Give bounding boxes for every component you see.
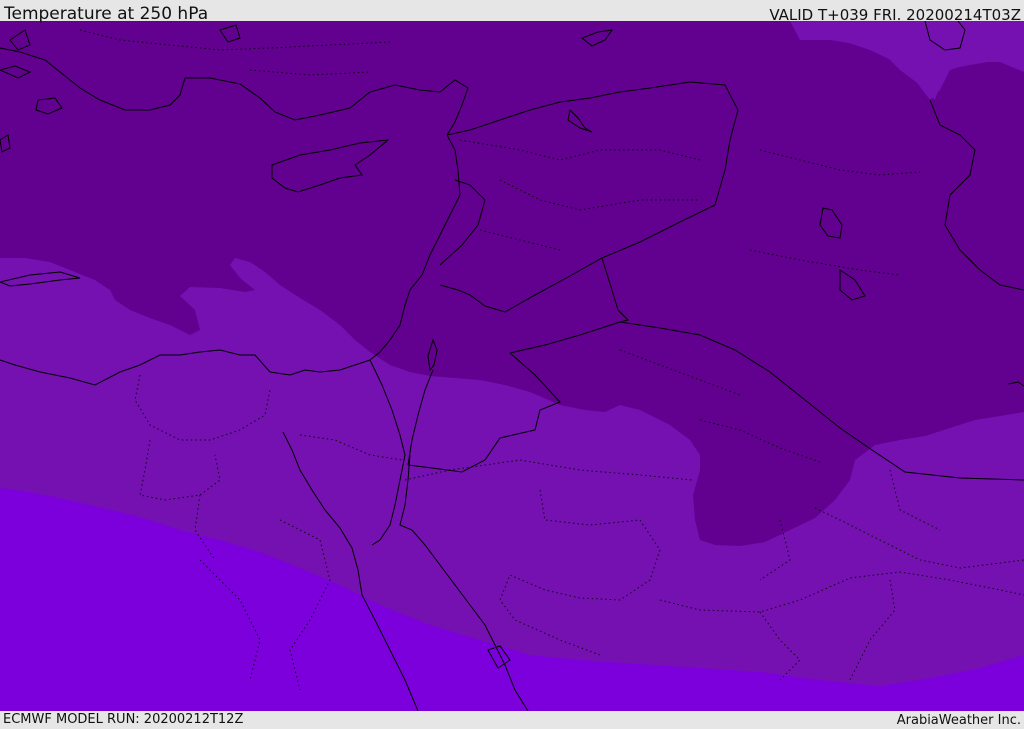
header-bar: Temperature at 250 hPa VALID T+039 FRI. … [0,0,1024,24]
model-run-label: ECMWF MODEL RUN: 20200212T12Z [3,712,244,727]
weather-map[interactable] [0,21,1024,711]
credit-label: ArabiaWeather Inc. [896,713,1021,728]
valid-time: VALID T+039 FRI. 20200214T03Z [769,6,1021,24]
map-title: Temperature at 250 hPa [4,4,209,24]
footer-bar: ECMWF MODEL RUN: 20200212T12Z ArabiaWeat… [0,711,1024,729]
